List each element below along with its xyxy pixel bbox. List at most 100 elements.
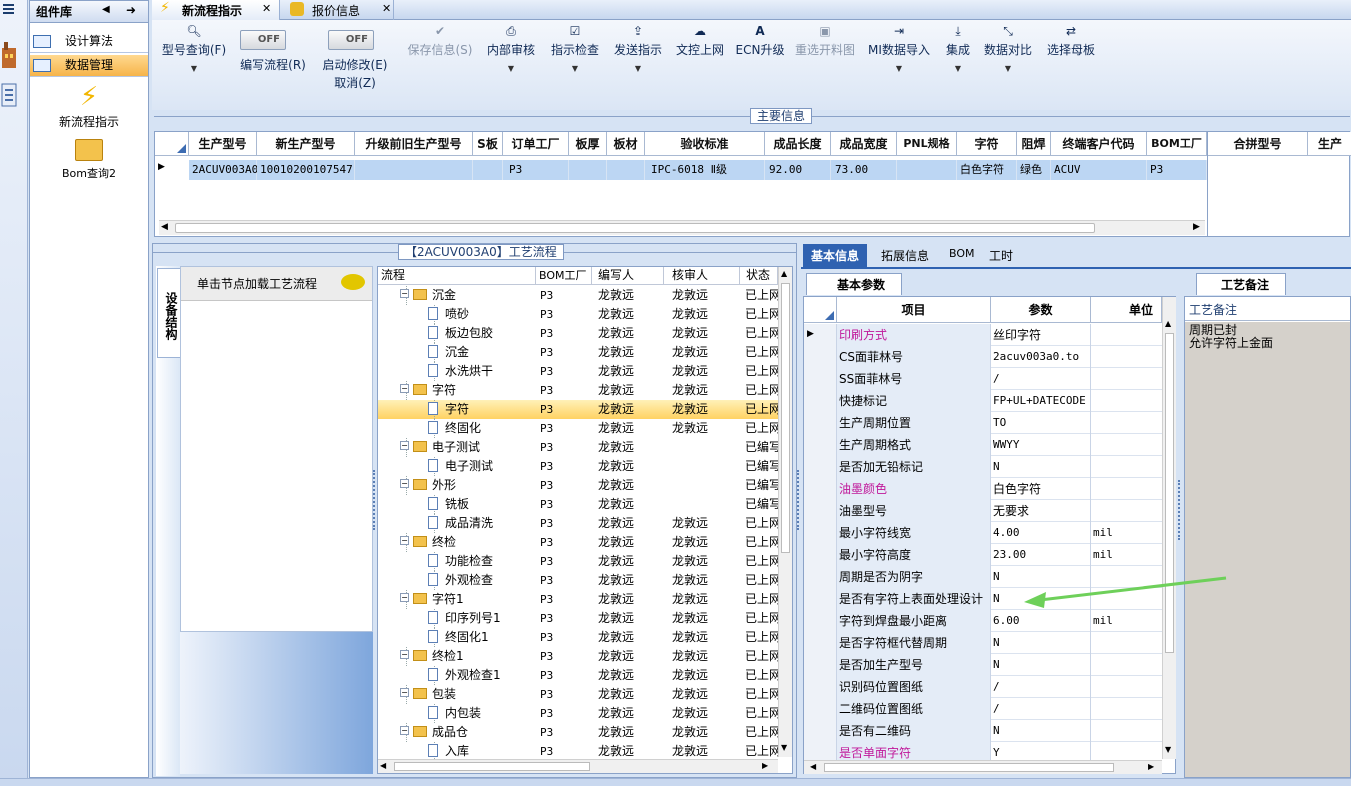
collapse-icon[interactable]: − [400, 384, 409, 393]
tree-row[interactable]: − 成品仓 P3 龙敦远 龙敦远 已上网 [378, 723, 779, 742]
row-indicator[interactable] [804, 390, 837, 412]
send-instruction-button[interactable]: ⇪ 发送指示 ▼ [611, 24, 665, 73]
param-unit[interactable] [1091, 346, 1162, 368]
notes-tab[interactable]: 工艺备注 [1196, 273, 1286, 295]
column-header[interactable]: 新生产型号 [257, 132, 355, 156]
horizontal-scrollbar[interactable]: ◀ ▶ [804, 760, 1162, 774]
param-row[interactable]: 油墨颜色 白色字符 [804, 478, 1162, 500]
horizontal-scrollbar[interactable]: ◀ ▶ [159, 220, 1205, 235]
tree-row[interactable]: 板边包胶 P3 龙敦远 龙敦远 已上网 [378, 324, 779, 343]
query-model-button[interactable]: 🔍︎ 型号查询(F) ▼ [158, 24, 230, 73]
param-unit[interactable] [1091, 698, 1162, 720]
table-cell[interactable]: 10010200107547 [257, 160, 355, 180]
vertical-scrollbar[interactable]: ▲ ▼ [1162, 297, 1176, 759]
param-unit[interactable] [1091, 368, 1162, 390]
param-value[interactable]: / [991, 698, 1091, 720]
equipment-structure-tab[interactable]: 设备结构 [157, 268, 181, 358]
mi-import-button[interactable]: ⇥ MI数据导入 ▼ [866, 24, 932, 73]
param-value[interactable]: N [991, 632, 1091, 654]
tree-row[interactable]: − 电子测试 P3 龙敦远 已编写 [378, 438, 779, 457]
collapse-icon[interactable]: − [400, 688, 409, 697]
row-indicator[interactable]: ▶ [804, 324, 837, 346]
tree-row[interactable]: 字符 P3 龙敦远 龙敦远 已上网 [378, 400, 779, 419]
column-header[interactable]: 成品长度 [765, 132, 831, 156]
param-unit[interactable] [1091, 500, 1162, 522]
tab-basic-info[interactable]: 基本信息 [803, 244, 868, 268]
param-value[interactable]: FP+UL+DATECODE [991, 390, 1091, 412]
param-value[interactable]: TO [991, 412, 1091, 434]
param-unit[interactable]: mil [1091, 544, 1162, 566]
column-header[interactable]: 阻焊 [1017, 132, 1051, 156]
table-cell[interactable]: P3 [1147, 160, 1207, 180]
row-indicator[interactable] [804, 368, 837, 390]
table-cell[interactable] [569, 160, 607, 180]
param-value[interactable]: WWYY [991, 434, 1091, 456]
param-value[interactable]: N [991, 456, 1091, 478]
scroll-down-icon[interactable]: ▼ [781, 743, 787, 752]
row-indicator[interactable] [804, 720, 837, 742]
pin-icon[interactable]: ➜ [126, 3, 136, 17]
param-row[interactable]: 油墨型号 无要求 [804, 500, 1162, 522]
param-value[interactable]: 6.00 [991, 610, 1091, 632]
tree-row[interactable]: 终固化1 P3 龙敦远 龙敦远 已上网 [378, 628, 779, 647]
edit-flow-toggle[interactable]: OFF [240, 30, 286, 50]
param-value[interactable]: 丝印字符 [991, 324, 1091, 346]
row-indicator[interactable] [804, 434, 837, 456]
scroll-left-icon[interactable]: ◀ [161, 222, 168, 232]
scroll-right-icon[interactable]: ▶ [1148, 762, 1154, 771]
table-cell[interactable]: 73.00 [831, 160, 897, 180]
param-unit[interactable] [1091, 654, 1162, 676]
table-cell[interactable]: P3 [503, 160, 569, 180]
tree-row[interactable]: 电子测试 P3 龙敦远 已编写 [378, 457, 779, 476]
param-unit[interactable]: mil [1091, 522, 1162, 544]
tab-quote-info[interactable]: 报价信息 ✕ [282, 0, 394, 20]
collapse-icon[interactable]: − [400, 289, 409, 298]
param-value[interactable]: 2acuv003a0.to [991, 346, 1091, 368]
scroll-right-icon[interactable]: ▶ [762, 761, 768, 770]
scroll-right-icon[interactable]: ▶ [1193, 222, 1200, 232]
internal-review-button[interactable]: ⎙ 内部审核 ▼ [484, 24, 538, 73]
collapse-icon[interactable]: − [400, 536, 409, 545]
column-header[interactable]: 单位 [1091, 297, 1162, 323]
scroll-thumb[interactable] [781, 283, 790, 553]
column-header[interactable]: S板 [473, 132, 503, 156]
tree-row[interactable]: − 终检 P3 龙敦远 龙敦远 已上网 [378, 533, 779, 552]
horizontal-scrollbar[interactable]: ◀ ▶ [378, 759, 778, 773]
column-header[interactable]: 字符 [957, 132, 1017, 156]
select-master-button[interactable]: ⇄ 选择母板 [1044, 24, 1098, 58]
collapse-icon[interactable]: − [400, 650, 409, 659]
column-header[interactable]: 升级前旧生产型号 [355, 132, 473, 156]
scroll-down-icon[interactable]: ▼ [1165, 745, 1171, 754]
close-icon[interactable]: ✕ [262, 2, 271, 15]
library-item-new-flow[interactable]: ⚡ 新流程指示 [30, 81, 148, 131]
report-icon[interactable] [0, 82, 20, 110]
param-row[interactable]: SS面菲林号 / [804, 368, 1162, 390]
param-unit[interactable] [1091, 632, 1162, 654]
param-unit[interactable] [1091, 434, 1162, 456]
integrate-button[interactable]: ⤓ 集成 ▼ [940, 24, 976, 73]
param-unit[interactable] [1091, 456, 1162, 478]
tree-row[interactable]: 喷砂 P3 龙敦远 龙敦远 已上网 [378, 305, 779, 324]
table-cell[interactable]: 白色字符 [957, 160, 1017, 180]
column-header[interactable]: 编写人 [592, 267, 664, 285]
param-unit[interactable] [1091, 676, 1162, 698]
tree-row[interactable]: 沉金 P3 龙敦远 龙敦远 已上网 [378, 343, 779, 362]
table-cell[interactable]: 92.00 [765, 160, 831, 180]
param-row[interactable]: 二维码位置图纸 / [804, 698, 1162, 720]
column-header[interactable]: 验收标准 [645, 132, 765, 156]
column-header[interactable]: BOM工厂 [536, 267, 592, 285]
param-unit[interactable] [1091, 412, 1162, 434]
column-header[interactable]: 参数 [991, 297, 1091, 323]
save-info-button[interactable]: ✔ 保存信息(S) [402, 24, 478, 58]
upload-docs-button[interactable]: ☁ 文控上网 [673, 24, 727, 58]
row-indicator[interactable] [804, 544, 837, 566]
table-cell[interactable] [355, 160, 473, 180]
tree-row[interactable]: 功能检查 P3 龙敦远 龙敦远 已上网 [378, 552, 779, 571]
param-row[interactable]: 识别码位置图纸 / [804, 676, 1162, 698]
row-indicator[interactable] [804, 478, 837, 500]
tab-new-flow[interactable]: ⚡ 新流程指示 ✕ [152, 0, 280, 20]
tree-row[interactable]: 终固化 P3 龙敦远 龙敦远 已上网 [378, 419, 779, 438]
param-row[interactable]: 是否加生产型号 N [804, 654, 1162, 676]
factory-icon[interactable] [0, 40, 20, 70]
param-row[interactable]: 是否有二维码 N [804, 720, 1162, 742]
